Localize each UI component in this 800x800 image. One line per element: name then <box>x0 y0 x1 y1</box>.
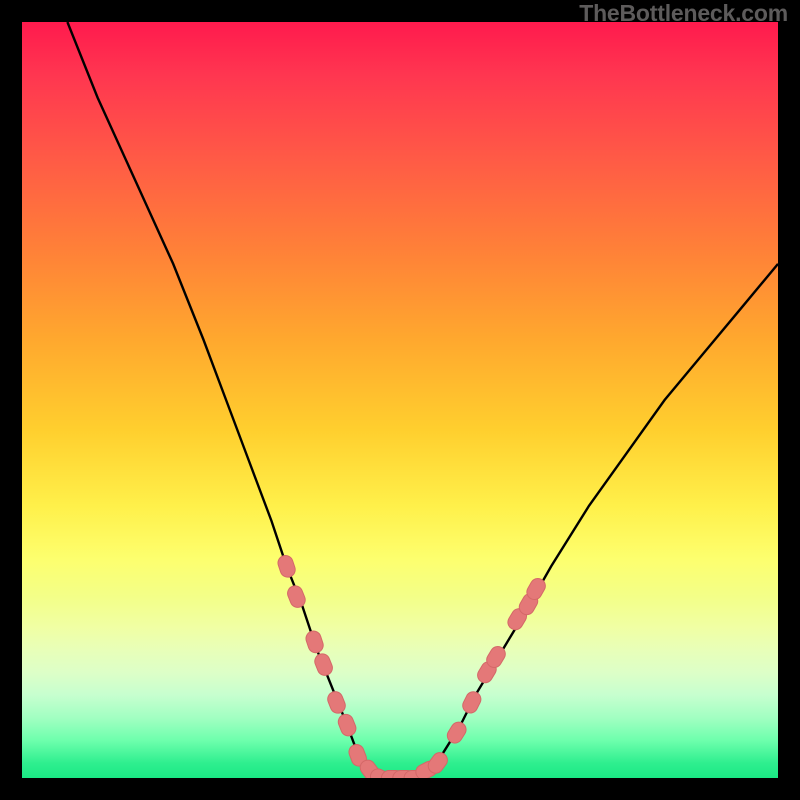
sample-point <box>313 652 335 678</box>
bottleneck-curve <box>67 22 778 778</box>
chart-stage: TheBottleneck.com <box>0 0 800 800</box>
sample-point <box>325 689 347 715</box>
sample-point <box>460 689 483 715</box>
curve-layer <box>22 22 778 778</box>
plot-area <box>22 22 778 778</box>
sample-points-group <box>276 553 548 778</box>
sample-point <box>285 584 307 610</box>
watermark-text: TheBottleneck.com <box>579 0 788 27</box>
sample-point <box>336 712 358 738</box>
sample-point <box>445 719 469 746</box>
sample-point <box>304 629 325 655</box>
sample-point <box>276 553 297 579</box>
